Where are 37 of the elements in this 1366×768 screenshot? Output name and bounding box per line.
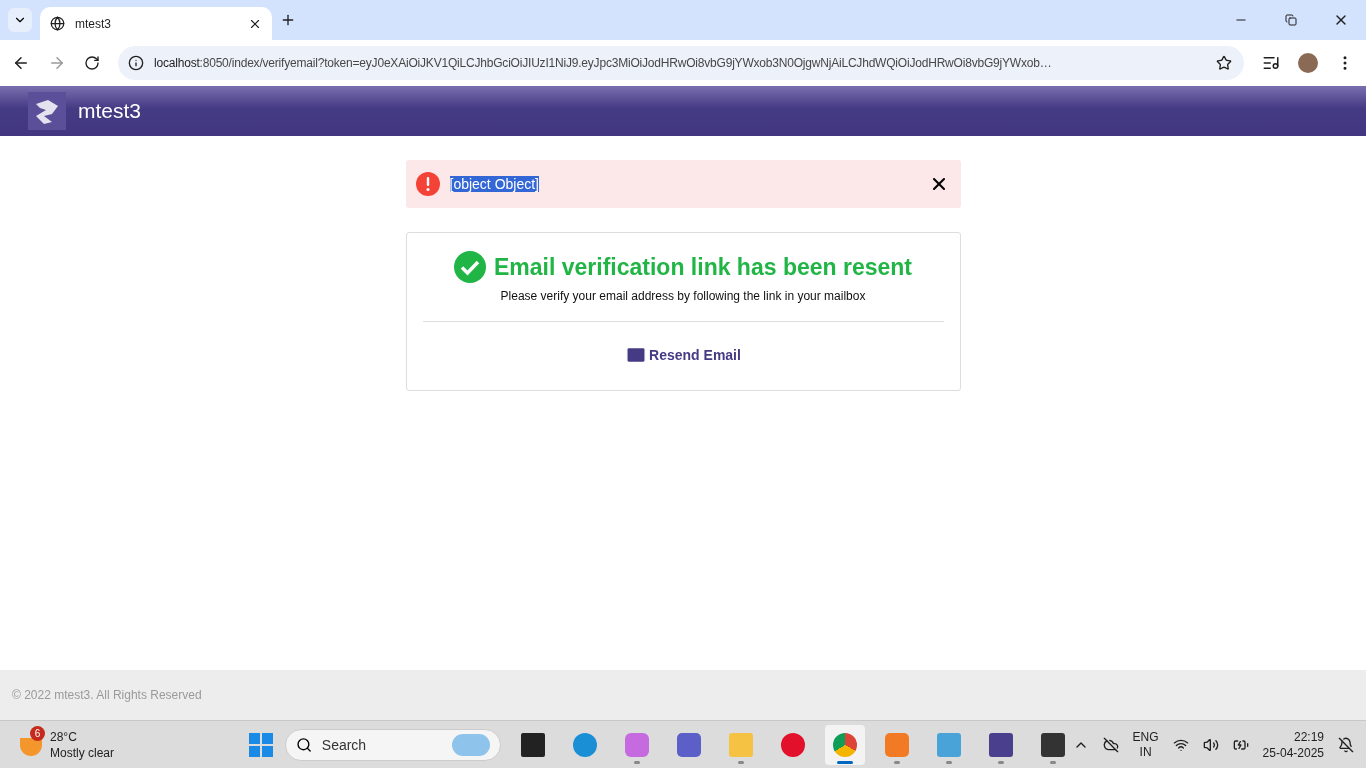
star-icon[interactable]	[1216, 55, 1232, 71]
alert-message: [object Object]	[449, 176, 540, 192]
taskbar-app-icon[interactable]	[824, 724, 865, 765]
clock[interactable]: 22:19 25-04-2025	[1262, 728, 1324, 761]
volume-icon[interactable]	[1202, 736, 1219, 753]
globe-icon	[50, 16, 65, 31]
browser-tab[interactable]: mtest3	[40, 7, 272, 40]
instruction-text: Please verify your email address by following the link in your mailbox	[500, 289, 866, 303]
check-circle-icon	[454, 251, 486, 283]
back-icon[interactable]	[12, 54, 30, 72]
search-icon	[295, 735, 312, 754]
reload-icon[interactable]	[84, 55, 100, 71]
url-text: localhost:8050/index/verifyemail?token=eyJ0eXAiOiJKV1QiLCJhbGciOiJIUzI1NiJ9.eyJpc3MiOiJodHRwOi8vbG9jYWxob3N0OjgwNjAiLCJhdWQiOiJodHRwOi8vbG9jYWxob…	[154, 56, 1053, 70]
weather-condition-text: Mostly clear	[50, 744, 114, 761]
cloud-off-icon[interactable]	[1102, 736, 1119, 753]
error-icon	[415, 172, 440, 196]
bell-icon[interactable]	[1338, 736, 1354, 753]
forward-icon[interactable]	[48, 54, 66, 72]
brand-name: mtest3	[78, 99, 142, 123]
new-tab-icon[interactable]	[280, 12, 296, 28]
search-input[interactable]: Search	[319, 735, 444, 754]
address-bar[interactable]: localhost:8050/index/verifyemail?token=eyJ0eXAiOiJKV1QiLCJhbGciOiJIUzI1NiJ9.eyJpc3MiOiJodHRwOi8vbG9jYWxob3N0OjgwNjAiLCJhdWQiOiJodHRwOi8vbG9jYWxob…	[118, 46, 1244, 80]
language-indicator[interactable]: ENG IN	[1132, 729, 1159, 760]
success-title: Email verification link has been resent	[494, 253, 912, 281]
copyright-text: © 2022 mtest3. All Rights Reserved	[12, 688, 202, 702]
info-icon	[128, 55, 144, 71]
profile-avatar[interactable]	[1298, 53, 1318, 73]
media-control-icon[interactable]	[1262, 54, 1280, 72]
logo-icon	[28, 92, 66, 130]
notification-badge: 6	[30, 725, 45, 741]
temperature-text: 28°C	[50, 728, 78, 745]
weather-widget[interactable]: 6 28°C Mostly clear	[18, 728, 247, 761]
windows-start-icon[interactable]	[248, 732, 273, 757]
weather-icon	[20, 737, 42, 756]
taskbar-search-field[interactable]: Search	[284, 728, 501, 761]
resend-email-button[interactable]: Resend Email	[625, 344, 741, 366]
tab-list-button[interactable]	[8, 8, 32, 32]
